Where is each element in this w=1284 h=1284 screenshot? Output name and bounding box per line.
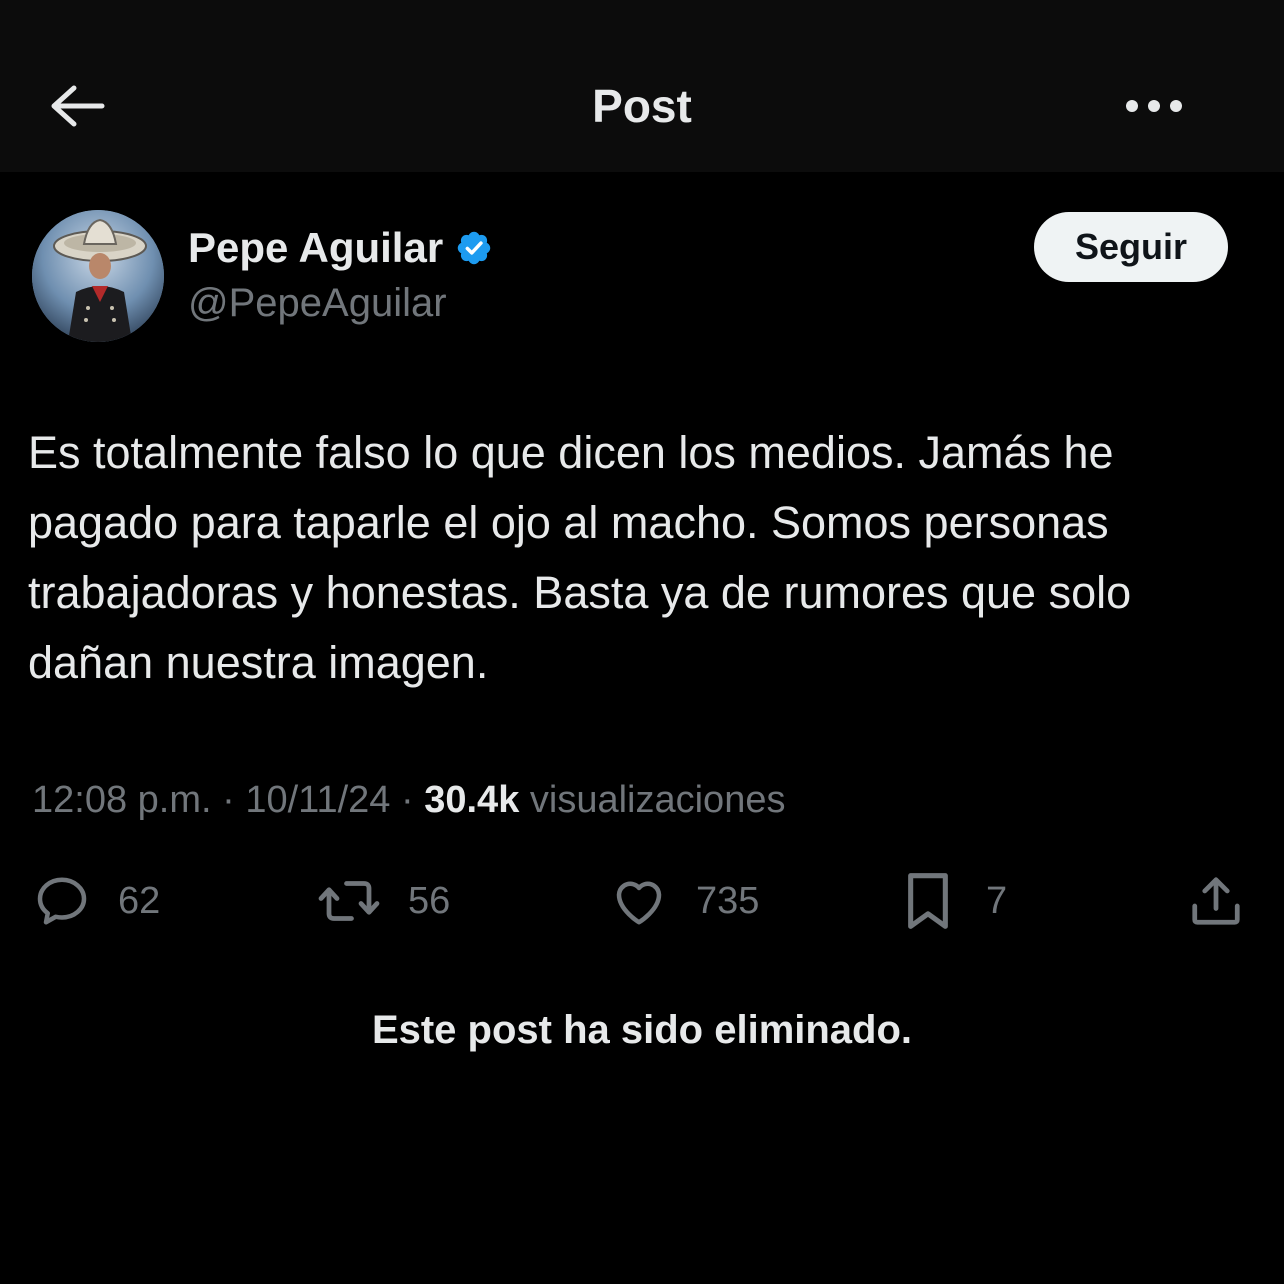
top-bar: Post bbox=[0, 0, 1284, 172]
avatar[interactable] bbox=[32, 210, 164, 342]
share-icon bbox=[1192, 877, 1240, 925]
post-meta: 12:08 p.m. · 10/11/24 · 30.4k visualizac… bbox=[32, 776, 785, 824]
bookmark-icon bbox=[908, 873, 948, 929]
verified-badge-icon bbox=[455, 229, 493, 267]
views-count: 30.4k bbox=[424, 779, 520, 821]
bookmark-button[interactable]: 7 bbox=[900, 868, 1007, 934]
like-count: 735 bbox=[696, 879, 760, 922]
heart-icon bbox=[616, 881, 662, 925]
post-time[interactable]: 12:08 p.m. bbox=[32, 779, 212, 821]
reply-count: 62 bbox=[118, 879, 161, 922]
deleted-post-notice: Este post ha sido eliminado. bbox=[371, 1008, 913, 1052]
more-options-button[interactable] bbox=[1116, 80, 1192, 132]
share-button[interactable] bbox=[1186, 868, 1246, 934]
repost-icon bbox=[318, 881, 380, 921]
action-bar: 62 56 735 7 bbox=[0, 868, 1284, 934]
like-button[interactable]: 735 bbox=[608, 868, 759, 934]
meta-separator: · bbox=[222, 779, 235, 821]
author-handle[interactable]: @PepeAguilar bbox=[188, 278, 447, 328]
repost-button[interactable]: 56 bbox=[316, 868, 450, 934]
post-text: Es totalmente falso lo que dicen los med… bbox=[28, 427, 1132, 688]
bookmark-count: 7 bbox=[986, 879, 1008, 922]
meta-separator: · bbox=[401, 779, 414, 821]
repost-count: 56 bbox=[408, 879, 451, 922]
reply-button[interactable]: 62 bbox=[32, 868, 160, 934]
follow-button[interactable]: Seguir bbox=[1034, 212, 1228, 282]
views-label: visualizaciones bbox=[529, 779, 786, 821]
post-date[interactable]: 10/11/24 bbox=[245, 779, 390, 821]
page-title: Post bbox=[592, 80, 692, 132]
author-name[interactable]: Pepe Aguilar bbox=[188, 222, 493, 274]
author-display-name: Pepe Aguilar bbox=[188, 224, 444, 271]
reply-icon bbox=[37, 877, 87, 925]
more-horizontal-icon bbox=[1126, 100, 1182, 112]
